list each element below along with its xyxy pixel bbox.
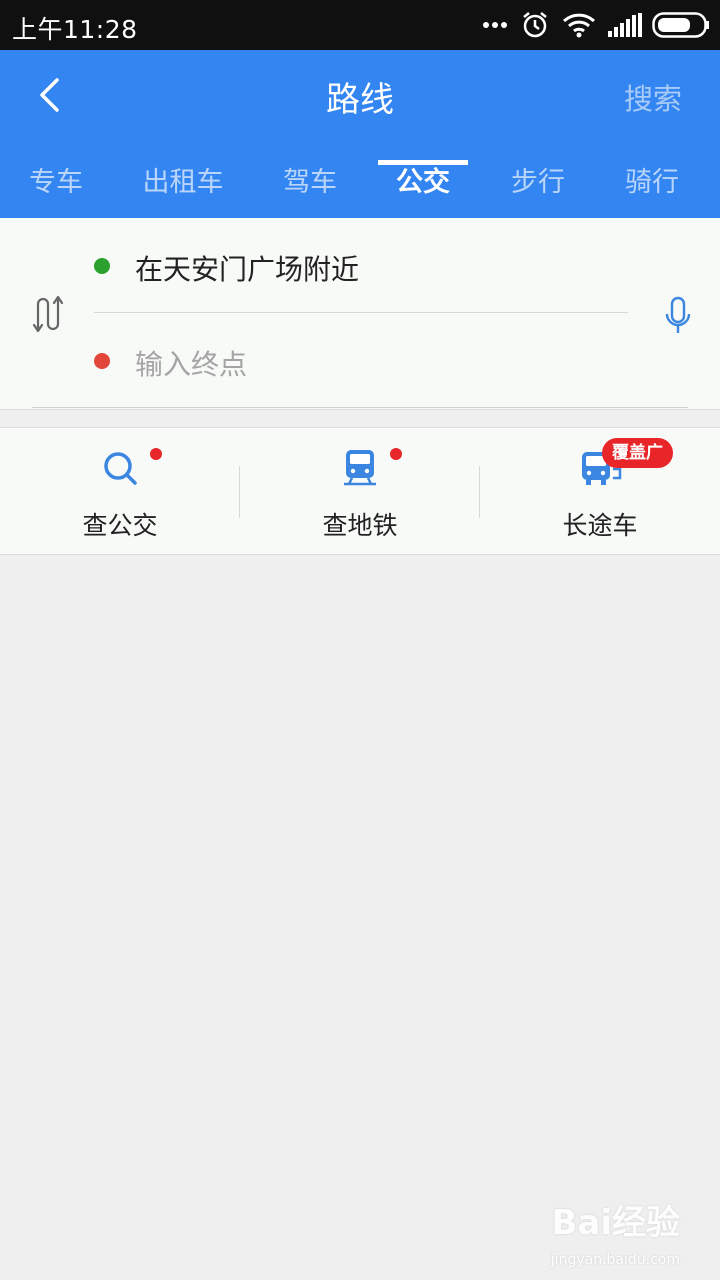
- subway-icon: [340, 448, 380, 488]
- tab-cycle[interactable]: 骑行: [610, 160, 694, 218]
- swap-route-icon[interactable]: [30, 294, 64, 334]
- start-location-field[interactable]: 在天安门广场附近: [135, 248, 359, 288]
- tab-private-car[interactable]: 专车: [14, 160, 98, 218]
- baidu-watermark-url: jingyan.baidu.com: [550, 1252, 680, 1268]
- more-dots-icon: [482, 0, 508, 50]
- tool-bus-query[interactable]: 查公交: [0, 428, 240, 556]
- new-indicator-dot: [150, 448, 162, 460]
- search-icon: [100, 448, 140, 488]
- card-divider: [32, 407, 688, 408]
- wifi-icon: [562, 0, 596, 50]
- battery-icon: [652, 0, 710, 50]
- end-point-dot: [94, 353, 110, 369]
- route-divider: [94, 312, 628, 313]
- tool-label: 查公交: [82, 511, 158, 540]
- tool-coach[interactable]: 长途车: [480, 428, 720, 556]
- status-time: 上午11:28: [12, 15, 138, 44]
- alarm-icon: [520, 0, 550, 50]
- app-header: 路线 搜索 专车 出租车 驾车 公交 步行 骑行: [0, 50, 720, 218]
- new-indicator-dot: [390, 448, 402, 460]
- microphone-icon[interactable]: [664, 296, 692, 336]
- destination-input[interactable]: 输入终点: [135, 343, 247, 383]
- start-point-dot: [94, 258, 110, 274]
- coverage-badge: 覆盖广: [602, 438, 673, 468]
- tab-drive[interactable]: 驾车: [268, 160, 352, 218]
- tab-taxi[interactable]: 出租车: [124, 160, 242, 218]
- page-title: 路线: [326, 80, 394, 120]
- baidu-watermark-logo: Bai经验: [551, 1203, 680, 1243]
- active-tab-indicator: [378, 160, 468, 165]
- search-button[interactable]: 搜索: [624, 76, 682, 118]
- tool-subway-query[interactable]: 查地铁: [240, 428, 480, 556]
- transport-tabs: 专车 出租车 驾车 公交 步行 骑行: [0, 154, 720, 218]
- tool-label: 长途车: [562, 511, 638, 540]
- status-bar: 上午11:28: [0, 0, 720, 50]
- tab-walk[interactable]: 步行: [496, 160, 580, 218]
- signal-icon: [608, 0, 642, 50]
- tool-label: 查地铁: [322, 511, 398, 540]
- route-input-card: 在天安门广场附近 输入终点: [0, 218, 720, 410]
- tab-transit[interactable]: 公交: [381, 160, 465, 218]
